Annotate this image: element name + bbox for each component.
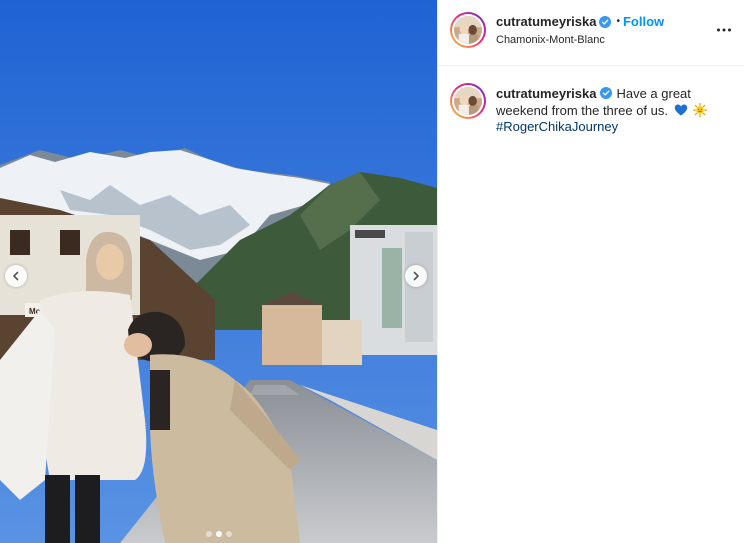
- slide-dot: [205, 531, 212, 537]
- verified-badge-icon: [599, 15, 612, 28]
- chevron-left-icon: [13, 271, 19, 281]
- caption-text: cutratumeyriska Have a great weekend from…: [496, 86, 726, 136]
- previous-slide-button[interactable]: [5, 265, 27, 287]
- sun-face-icon: [693, 102, 708, 117]
- blue-heart-icon: [674, 103, 688, 117]
- more-options-icon[interactable]: [716, 22, 732, 38]
- slide-dot: [225, 531, 232, 537]
- hashtag-link[interactable]: #RogerChikaJourney: [496, 119, 618, 134]
- post-photo: Mounta: [0, 0, 437, 543]
- verified-badge-icon: [600, 87, 613, 99]
- slide-indicator: [0, 531, 437, 537]
- post-side-panel: cutratumeyriska • Follow Chamonix-Mont-B…: [437, 0, 744, 543]
- avatar-image: [454, 87, 482, 115]
- instagram-post: Mounta: [0, 0, 744, 543]
- post-caption: cutratumeyriska Have a great weekend from…: [438, 66, 744, 136]
- separator-dot: •: [616, 16, 620, 27]
- caption-username-link[interactable]: cutratumeyriska: [496, 86, 596, 101]
- slide-dot-active: [215, 531, 222, 537]
- avatar-image: [454, 16, 482, 44]
- next-slide-button[interactable]: [405, 265, 427, 287]
- username-link[interactable]: cutratumeyriska: [496, 14, 596, 29]
- location-link[interactable]: Chamonix-Mont-Blanc: [496, 34, 664, 46]
- chevron-right-icon: [413, 271, 419, 281]
- post-media[interactable]: Mounta: [0, 0, 437, 543]
- header-text: cutratumeyriska • Follow Chamonix-Mont-B…: [496, 14, 664, 46]
- caption-avatar[interactable]: [450, 83, 486, 119]
- post-header: cutratumeyriska • Follow Chamonix-Mont-B…: [438, 0, 744, 66]
- follow-button[interactable]: Follow: [623, 14, 664, 29]
- avatar[interactable]: [450, 12, 486, 48]
